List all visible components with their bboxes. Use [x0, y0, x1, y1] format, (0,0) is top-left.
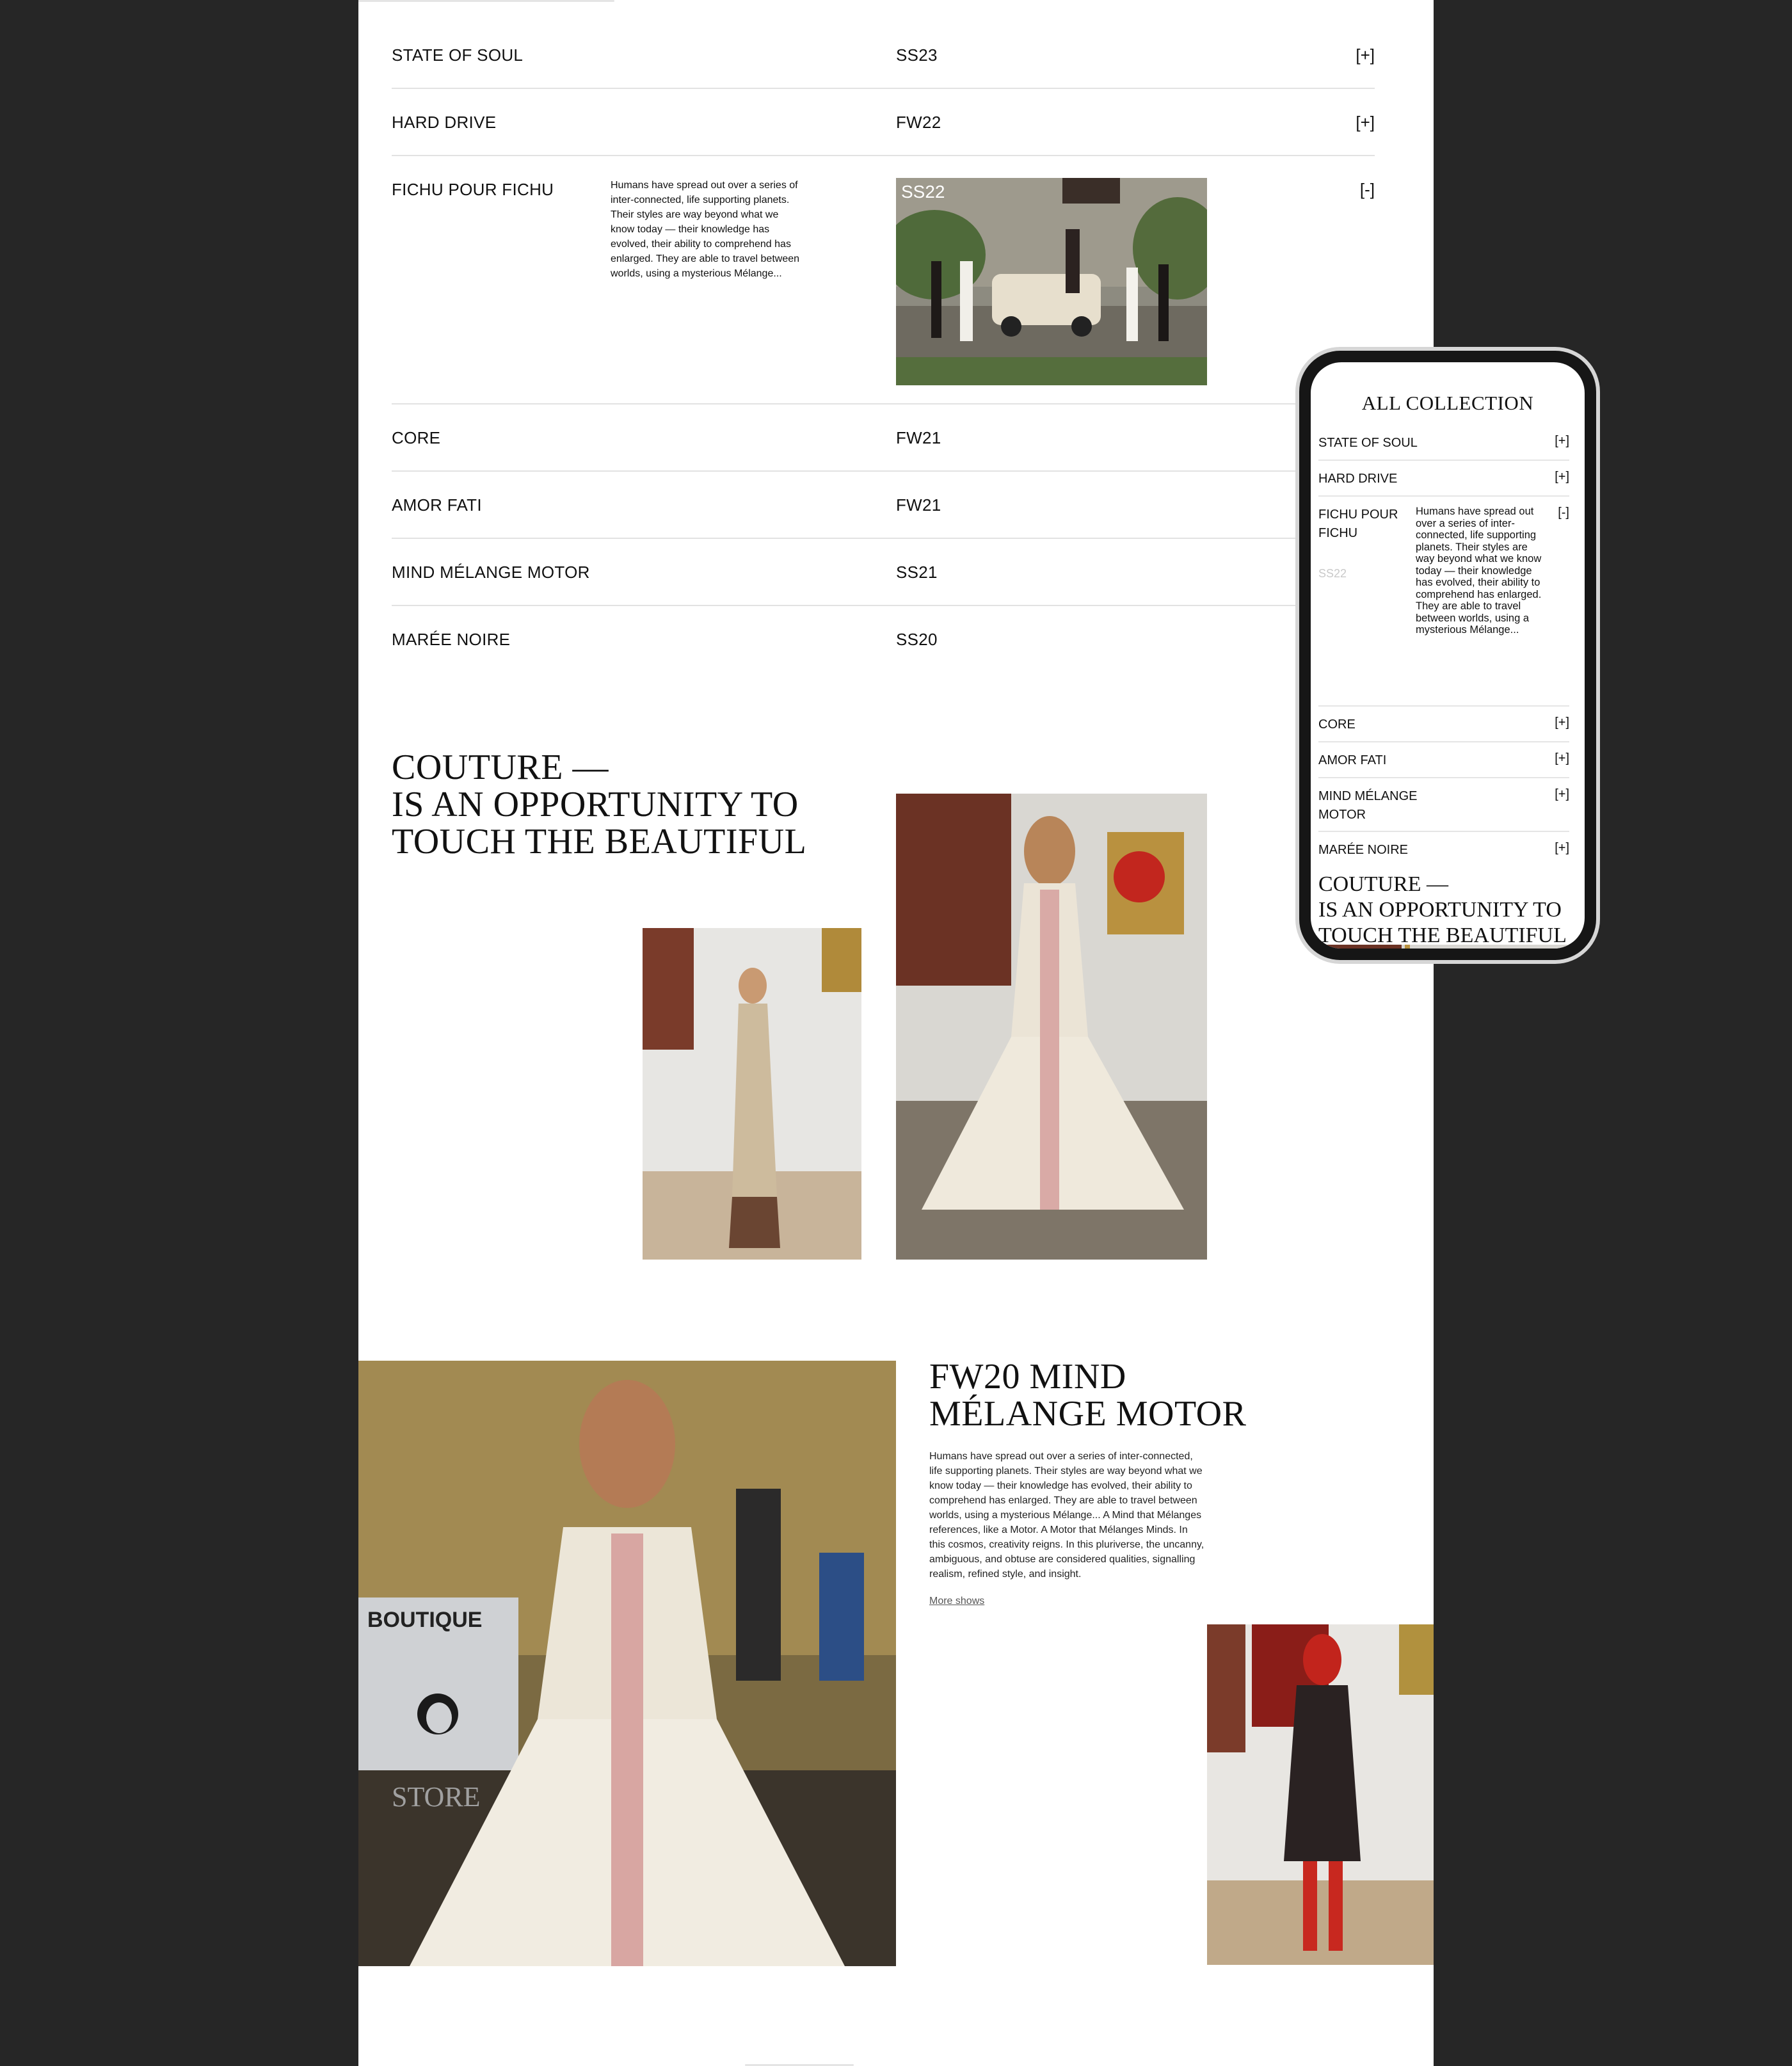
mobile-collection-name: FICHU POUR FICHU	[1318, 508, 1398, 540]
moon-logo-icon	[417, 1694, 458, 1734]
mobile-collection-description: Humans have spread out over a series of …	[1416, 506, 1542, 636]
mobile-collapse-toggle[interactable]: [-]	[1558, 506, 1569, 520]
collection-row-amor-fati[interactable]: AMOR FATI FW21 [+]	[392, 472, 1375, 539]
couture-heading-line: COUTURE —	[392, 748, 609, 787]
scroll-indicator	[358, 0, 614, 2]
collection-season: SS20	[896, 630, 938, 649]
mobile-row-amor-fati[interactable]: AMOR FATI [+]	[1318, 742, 1569, 778]
mobile-collection-name: AMOR FATI	[1318, 753, 1387, 767]
expand-toggle[interactable]: [+]	[1356, 45, 1375, 65]
mobile-collection-name: MIND MÉLANGE MOTOR	[1318, 789, 1418, 822]
collection-row-hard-drive[interactable]: HARD DRIVE FW22 [+]	[392, 89, 1375, 156]
more-shows-link[interactable]: More shows	[929, 1596, 984, 1607]
mobile-expand-toggle[interactable]: [+]	[1555, 434, 1569, 449]
mobile-row-hard-drive[interactable]: HARD DRIVE [+]	[1318, 461, 1569, 497]
phone-frame: ALL COLLECTION STATE OF SOUL [+] HARD DR…	[1299, 351, 1596, 960]
mobile-expand-toggle[interactable]: [+]	[1555, 716, 1569, 730]
mobile-expand-toggle[interactable]: [+]	[1555, 787, 1569, 802]
mobile-expand-toggle[interactable]: [+]	[1555, 751, 1569, 766]
mobile-collection-name: STATE OF SOUL	[1318, 436, 1418, 450]
couture-heading-line: TOUCH THE BEAUTIFUL	[392, 822, 807, 861]
mobile-collection-name: HARD DRIVE	[1318, 472, 1398, 486]
mobile-screen: ALL COLLECTION STATE OF SOUL [+] HARD DR…	[1311, 362, 1585, 949]
collapse-toggle[interactable]: [-]	[1360, 180, 1375, 200]
collection-name: MIND MÉLANGE MOTOR	[392, 563, 590, 582]
collection-name: STATE OF SOUL	[392, 45, 524, 65]
collection-row-fichu-pour-fichu[interactable]: FICHU POUR FICHU Humans have spread out …	[392, 156, 1375, 404]
feature-photo[interactable]: BOUTIQUE STORE	[358, 1361, 896, 1966]
feature-heading: FW20 MIND MÉLANGE MOTOR	[929, 1358, 1246, 1432]
collection-name: CORE	[392, 428, 441, 447]
collection-row-state-of-soul[interactable]: STATE OF SOUL SS23 [+]	[392, 22, 1375, 89]
collection-name: MARÉE NOIRE	[392, 630, 511, 649]
collection-row-core[interactable]: CORE FW21 [+]	[392, 404, 1375, 472]
couture-heading-line: IS AN OPPORTUNITY TO	[392, 785, 799, 824]
couture-heading: COUTURE — IS AN OPPORTUNITY TO TOUCH THE…	[392, 749, 852, 860]
collection-photo[interactable]: SS22	[896, 178, 1207, 385]
mobile-couture-heading: COUTURE — IS AN OPPORTUNITY TO TOUCH THE…	[1318, 872, 1567, 949]
mobile-collection-name: CORE	[1318, 717, 1356, 732]
collection-name: AMOR FATI	[392, 495, 482, 515]
collection-name: HARD DRIVE	[392, 113, 497, 132]
mobile-couture-line: COUTURE —	[1318, 872, 1449, 896]
collection-row-mind-melange-motor[interactable]: MIND MÉLANGE MOTOR SS21 [+]	[392, 539, 1375, 606]
mobile-row-maree-noire[interactable]: MARÉE NOIRE [+]	[1318, 832, 1569, 868]
mobile-expand-toggle[interactable]: [+]	[1555, 841, 1569, 856]
couture-photo-small[interactable]	[643, 928, 861, 1260]
runway-photo[interactable]	[1207, 1624, 1434, 1965]
desktop-page: STATE OF SOUL SS23 [+] HARD DRIVE FW22 […	[358, 0, 1434, 2066]
mobile-row-fichu-pour-fichu[interactable]: FICHU POUR FICHU SS22 Humans have spread…	[1318, 497, 1569, 707]
boutique-sign: BOUTIQUE	[367, 1608, 483, 1632]
collection-season: FW21	[896, 428, 941, 447]
mobile-row-state-of-soul[interactable]: STATE OF SOUL [+]	[1318, 425, 1569, 461]
mobile-mockup: ALL COLLECTION STATE OF SOUL [+] HARD DR…	[1295, 347, 1600, 964]
feature-heading-line: MÉLANGE MOTOR	[929, 1394, 1247, 1434]
store-sign: STORE	[392, 1781, 481, 1813]
feature-description: Humans have spread out over a series of …	[929, 1451, 1204, 1580]
mobile-collection-name: MARÉE NOIRE	[1318, 843, 1409, 857]
collection-row-maree-noire[interactable]: MARÉE NOIRE SS20 [+]	[392, 606, 1375, 673]
mobile-row-core[interactable]: CORE [+]	[1318, 707, 1569, 742]
mobile-couture-photo[interactable]	[1318, 945, 1571, 949]
feature-heading-line: FW20 MIND	[929, 1357, 1126, 1397]
collection-name: FICHU POUR FICHU	[392, 180, 554, 199]
mobile-expand-toggle[interactable]: [+]	[1555, 470, 1569, 484]
mobile-row-mind-melange-motor[interactable]: MIND MÉLANGE MOTOR [+]	[1318, 778, 1569, 832]
mobile-title: ALL COLLECTION	[1361, 392, 1534, 414]
mobile-couture-line: IS AN OPPORTUNITY TO	[1318, 898, 1562, 922]
photo-season-label: SS22	[901, 182, 945, 202]
mobile-collection-season: SS22	[1318, 567, 1347, 580]
collection-list: STATE OF SOUL SS23 [+] HARD DRIVE FW22 […	[392, 22, 1375, 673]
mobile-collection-list: STATE OF SOUL [+] HARD DRIVE [+] FICHU P…	[1318, 425, 1569, 868]
collection-season: FW21	[896, 495, 941, 515]
collection-season: SS23	[896, 45, 938, 65]
collection-season: SS21	[896, 563, 938, 582]
expand-toggle[interactable]: [+]	[1356, 113, 1375, 132]
collection-season: FW22	[896, 113, 941, 132]
couture-photo-large[interactable]	[896, 794, 1207, 1260]
collection-description: Humans have spread out over a series of …	[611, 180, 800, 279]
